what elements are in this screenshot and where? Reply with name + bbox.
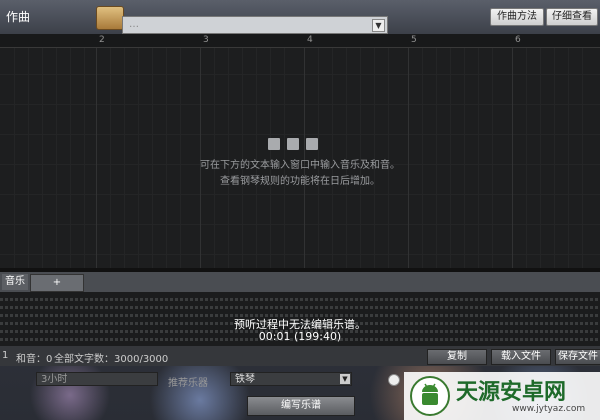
watermark-url: www.jytyaz.com	[512, 404, 586, 414]
chevron-down-icon[interactable]: ▼	[340, 374, 350, 384]
watermark-title: 天源安卓网	[456, 380, 567, 405]
chevron-down-icon[interactable]: ▼	[372, 19, 385, 32]
char-count: 全部文字数：3000/3000	[54, 354, 169, 365]
load-file-button[interactable]: 载入文件	[491, 349, 551, 365]
info-icon[interactable]	[388, 374, 400, 386]
android-logo-icon	[410, 376, 450, 416]
instrument-select[interactable]: 铁琴 ▼	[230, 372, 352, 386]
tab-bar: 音乐 +	[0, 272, 600, 293]
package-icon	[96, 6, 124, 30]
view-details-button[interactable]: 仔细查看	[546, 8, 598, 26]
chord-count: 和音：0	[16, 354, 53, 365]
score-text-area[interactable]: 预听过程中无法编辑乐谱。 00:01 (199:40)	[0, 292, 600, 346]
grid-hint-line1: 可在下方的文本输入窗口中输入音乐及和音。	[200, 160, 400, 171]
window-title: 作曲	[6, 10, 31, 24]
recommended-instrument-label: 推荐乐器	[168, 378, 208, 389]
music-grid[interactable]: 2 3 4 5 6 可在下方的文本输入窗口中输入音乐及和音。 查看钢琴规则的功能…	[0, 34, 600, 268]
compose-score-button[interactable]: 编写乐谱	[247, 396, 355, 416]
score-selector-text: …	[129, 19, 139, 30]
watermark: 天源安卓网 www.jytyaz.com	[404, 372, 600, 420]
title-bar: 作曲 … ▼ 作曲方法 仔细查看	[0, 0, 600, 35]
add-tab-button[interactable]: +	[30, 274, 84, 292]
loading-indicator	[268, 138, 325, 153]
save-file-button[interactable]: 保存文件	[555, 349, 600, 365]
grid-hint-line2: 查看钢琴规则的功能将在日后增加。	[220, 176, 380, 187]
score-name-field[interactable]: 3小时	[36, 372, 158, 386]
instrument-value: 铁琴	[235, 374, 255, 385]
score-selector[interactable]: … ▼	[122, 16, 388, 34]
copy-button[interactable]: 复制	[427, 349, 487, 365]
preview-time: 00:01 (199:40)	[258, 330, 342, 343]
tab-music[interactable]: 音乐	[2, 274, 28, 290]
line-count: 1	[2, 350, 9, 361]
status-bar: 1 和音：0 全部文字数：3000/3000 复制 载入文件 保存文件	[0, 346, 600, 366]
compose-method-button[interactable]: 作曲方法	[490, 8, 544, 26]
